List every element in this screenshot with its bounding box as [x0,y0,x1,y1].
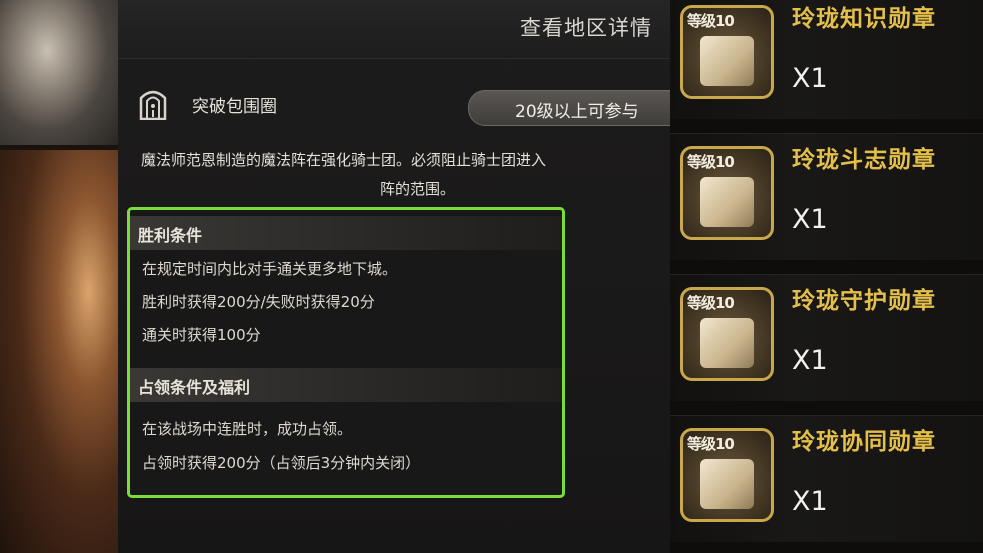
handshake-medal-icon: 等级10 [680,428,774,522]
reward-name: 玲珑知识勋章 [792,6,936,32]
victory-line: 胜利时获得200分/失败时获得20分 [142,293,375,311]
reward-level: 等级10 [687,153,735,171]
reward-level: 等级10 [687,294,735,312]
reward-name: 玲珑守护勋章 [792,288,936,314]
reward-level: 等级10 [687,12,735,30]
level-requirement-text: 20级以上可参与 [515,102,639,122]
description-line-1: 魔法师范恩制造的魔法阵在强化骑士团。必须阻止骑士团进入 [141,151,547,169]
occupation-conditions-header: 占领条件及福利 [130,368,562,402]
stage-name: 突破包围圈 [192,97,277,117]
victory-conditions-header: 胜利条件 [130,216,562,250]
panel-header: 查看地区详情 [118,0,670,59]
description-line-2: 阵的范围。 [380,180,456,198]
reward-item[interactable]: 等级10 玲珑协同勋章 X1 [670,415,983,542]
rewards-list: 等级10 玲珑知识勋章 X1 等级10 玲珑斗志勋章 X1 等级10 玲珑守护勋… [670,0,983,553]
landscape-artwork [0,0,118,145]
reward-quantity: X1 [792,204,828,235]
reward-item[interactable]: 等级10 玲珑守护勋章 X1 [670,274,983,401]
occupation-conditions-title: 占领条件及福利 [138,378,251,397]
reward-level: 等级10 [687,435,735,453]
reward-quantity: X1 [792,345,828,376]
victory-line: 通关时获得100分 [142,326,261,344]
creature-artwork [0,150,118,553]
reward-quantity: X1 [792,63,828,94]
panel-title: 查看地区详情 [520,16,652,40]
victory-conditions-title: 胜利条件 [138,226,203,245]
shield-medal-icon: 等级10 [680,287,774,381]
reward-name: 玲珑斗志勋章 [792,147,936,173]
gate-icon [139,90,167,120]
reward-item[interactable]: 等级10 玲珑斗志勋章 X1 [670,133,983,260]
reward-name: 玲珑协同勋章 [792,429,936,455]
book-medal-icon: 等级10 [680,5,774,99]
background-artwork [0,0,118,553]
victory-line: 在规定时间内比对手通关更多地下城。 [142,260,398,278]
crossed-swords-medal-icon: 等级10 [680,146,774,240]
conditions-box: 胜利条件 在规定时间内比对手通关更多地下城。 胜利时获得200分/失败时获得20… [127,207,565,498]
reward-quantity: X1 [792,486,828,517]
occupation-line: 占领时获得200分（占领后3分钟内关闭） [142,454,421,472]
reward-item[interactable]: 等级10 玲珑知识勋章 X1 [670,0,983,119]
region-detail-panel: 查看地区详情 突破包围圈 20级以上可参与 魔法师范恩制造的魔法阵在强化骑士团。… [118,0,670,553]
occupation-line: 在该战场中连胜时，成功占领。 [142,420,353,438]
level-requirement-badge: 20级以上可参与 [468,90,670,126]
